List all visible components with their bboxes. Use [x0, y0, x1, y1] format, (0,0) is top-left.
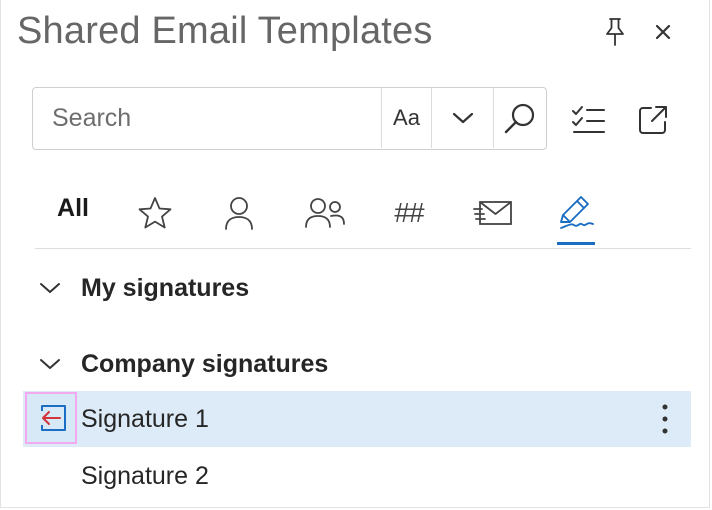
- group-company-signatures[interactable]: Company signatures: [39, 344, 328, 384]
- tab-all[interactable]: All: [51, 180, 95, 246]
- pin-button[interactable]: [599, 14, 631, 50]
- checklist-button[interactable]: [567, 98, 611, 142]
- close-icon: [655, 24, 671, 40]
- pin-icon: [606, 18, 624, 46]
- search-icon: [504, 103, 535, 134]
- tab-signatures[interactable]: [555, 180, 599, 246]
- tab-all-label: All: [57, 193, 89, 222]
- list-item-signature-2[interactable]: Signature 2: [23, 448, 691, 504]
- checklist-icon: [572, 106, 605, 133]
- group-my-signatures[interactable]: My signatures: [39, 268, 249, 308]
- category-tabs: All ##: [35, 180, 691, 249]
- search-button[interactable]: [493, 88, 546, 148]
- popout-icon: [639, 106, 667, 134]
- match-case-toggle[interactable]: Aa: [381, 88, 431, 148]
- chevron-down-icon: [39, 281, 67, 295]
- popout-button[interactable]: [631, 98, 675, 142]
- match-case-label: Aa: [393, 105, 420, 130]
- more-options-button[interactable]: [651, 397, 679, 441]
- tab-team[interactable]: [303, 180, 347, 246]
- insert-arrow-icon: [41, 405, 66, 431]
- email-icon: [473, 201, 512, 225]
- more-vertical-icon: [662, 404, 668, 434]
- templates-pane: Shared Email Templates Aa: [0, 0, 710, 508]
- people-icon: [305, 198, 345, 228]
- search-box: Aa: [32, 87, 547, 150]
- tab-favorites[interactable]: [135, 180, 175, 246]
- list-item-signature-1[interactable]: Signature 1: [23, 391, 691, 447]
- chevron-down-icon: [452, 112, 473, 124]
- group-label: Company signatures: [81, 349, 329, 378]
- selected-tab-indicator: [557, 242, 595, 245]
- list-item-label: Signature 1: [81, 404, 209, 433]
- search-options-dropdown[interactable]: [431, 88, 493, 148]
- person-icon: [225, 197, 253, 230]
- list-item-label: Signature 2: [81, 461, 209, 490]
- close-button[interactable]: [647, 14, 679, 50]
- tab-email[interactable]: [471, 180, 515, 246]
- search-input[interactable]: [33, 88, 381, 148]
- insert-template-button[interactable]: [25, 392, 77, 444]
- group-label: My signatures: [81, 273, 250, 302]
- tab-personal[interactable]: [219, 180, 259, 246]
- tab-macros[interactable]: ##: [387, 180, 431, 246]
- signature-pen-icon: [560, 196, 594, 229]
- star-icon: [138, 197, 172, 229]
- pane-title: Shared Email Templates: [17, 10, 433, 52]
- macros-label: ##: [394, 197, 424, 228]
- chevron-down-icon: [39, 357, 67, 371]
